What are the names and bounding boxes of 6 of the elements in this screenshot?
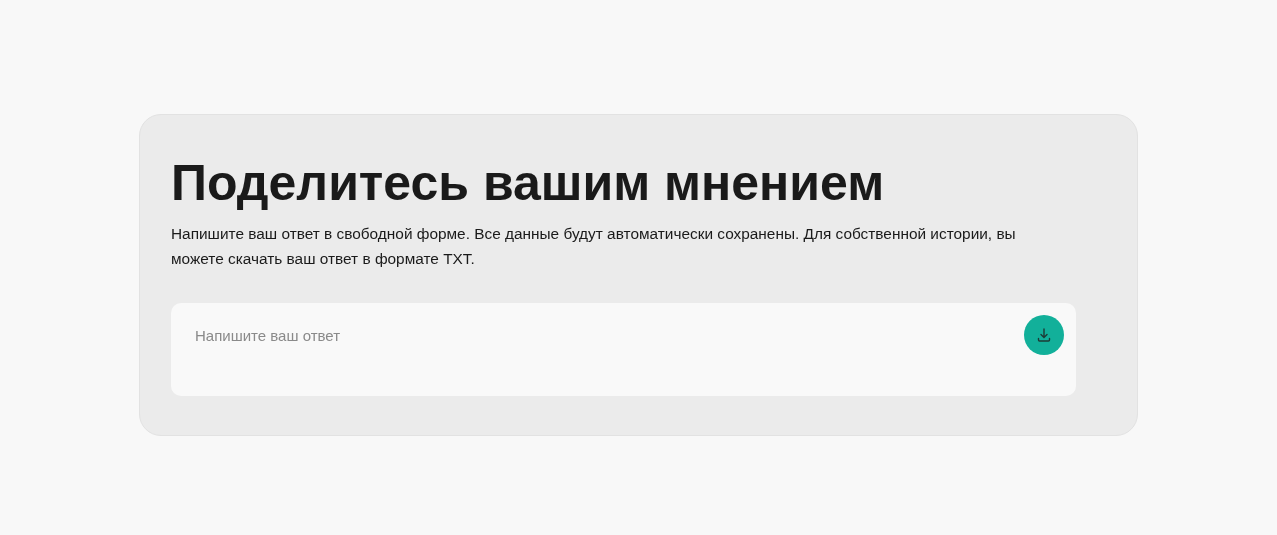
description-text: Напишите ваш ответ в свободной форме. Все данные будут автоматически сохранены. Для собственной истории, вы можете скачать ваш ответ в формате TXT.	[171, 224, 1017, 269]
answer-field[interactable]: Напишите ваш ответ	[171, 303, 1076, 396]
download-icon	[1037, 328, 1051, 342]
page-title: Поделитесь вашим мнением	[171, 154, 886, 213]
download-button[interactable]	[1024, 315, 1064, 355]
answer-input[interactable]: Напишите ваш ответ	[195, 315, 1024, 396]
